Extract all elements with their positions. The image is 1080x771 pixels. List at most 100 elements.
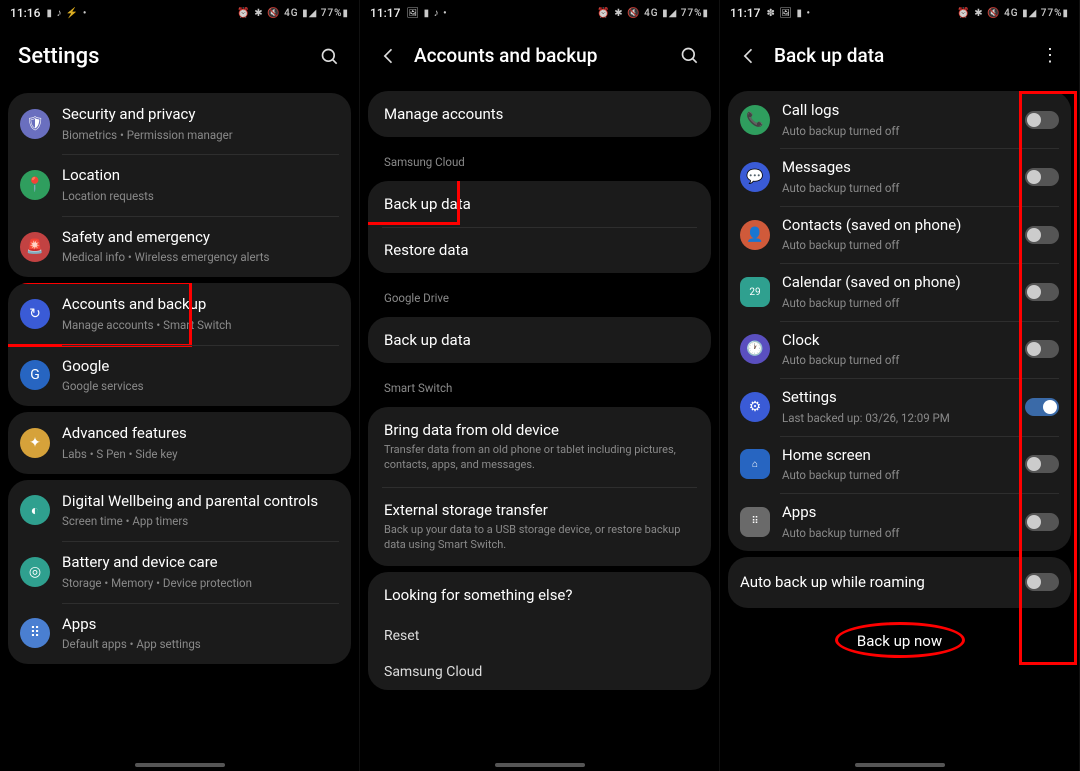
status-time: 11:16 [10, 6, 40, 20]
roaming-card: Auto back up while roaming [728, 557, 1071, 609]
settings-item[interactable]: 🚨Safety and emergencyMedical info • Wire… [8, 216, 351, 277]
suggestion-link[interactable]: Samsung Cloud [368, 654, 711, 690]
backup-item-title: Call logs [782, 101, 1017, 121]
backup-items-card: 📞Call logsAuto backup turned off💬Message… [728, 91, 1071, 551]
menu-item-title: Bring data from old device [384, 421, 695, 439]
menu-item[interactable]: Restore data [368, 227, 711, 273]
back-button[interactable] [738, 45, 760, 67]
backup-item-sub: Auto backup turned off [782, 353, 1017, 368]
backup-item-sub: Last backed up: 03/26, 12:09 PM [782, 411, 1017, 426]
settings-item-sub: Location requests [62, 189, 339, 204]
home-indicator [495, 763, 585, 767]
backup-now-button[interactable]: Back up now [728, 614, 1071, 660]
roaming-toggle-row[interactable]: Auto back up while roaming [728, 557, 1071, 609]
search-icon[interactable] [319, 46, 341, 68]
settings-item[interactable]: 🛡Security and privacyBiometrics • Permis… [8, 93, 351, 154]
settings-item[interactable]: ◐ Digital Wellbeing and parental controls… [8, 480, 351, 541]
settings-item-title: Accounts and backup [62, 295, 339, 315]
backup-item[interactable]: ⌂Home screenAuto backup turned off [728, 436, 1071, 493]
backup-item-toggle[interactable] [1025, 340, 1059, 358]
backup-item[interactable]: 👤Contacts (saved on phone)Auto backup tu… [728, 206, 1071, 263]
menu-item[interactable]: Bring data from old device Transfer data … [368, 407, 711, 487]
backup-item-title: Clock [782, 331, 1017, 351]
settings-item[interactable]: ⠿AppsDefault apps • App settings [8, 603, 351, 664]
menu-item[interactable]: External storage transferBack up your da… [368, 487, 711, 567]
settings-item-icon: 📍 [20, 170, 50, 200]
backup-item-toggle[interactable] [1025, 111, 1059, 129]
settings-list[interactable]: 🛡Security and privacyBiometrics • Permis… [0, 87, 359, 771]
settings-item[interactable]: GGoogleGoogle services [8, 345, 351, 406]
settings-group: ↻Accounts and backupManage accounts • Sm… [8, 283, 351, 406]
more-icon[interactable]: ⋮ [1039, 45, 1061, 67]
menu-item[interactable]: Manage accounts [368, 91, 711, 137]
card: Back up data [368, 317, 711, 363]
menu-item-sub: Transfer data from an old phone or table… [384, 443, 695, 473]
backup-item-toggle[interactable] [1025, 226, 1059, 244]
backup-item-toggle[interactable] [1025, 283, 1059, 301]
backup-item[interactable]: ⠿AppsAuto backup turned off [728, 493, 1071, 550]
backup-item-title: Calendar (saved on phone) [782, 273, 1017, 293]
backup-list[interactable]: 📞Call logsAuto backup turned off💬Message… [720, 85, 1079, 771]
page-title: Settings [18, 44, 319, 69]
menu-item-title: Looking for something else? [384, 586, 695, 604]
backup-item-title: Apps [782, 503, 1017, 523]
settings-item-sub: Labs • S Pen • Side key [62, 447, 339, 462]
backup-item-toggle[interactable] [1025, 513, 1059, 531]
backup-item-sub: Auto backup turned off [782, 238, 1017, 253]
settings-item-title: Battery and device care [62, 553, 339, 573]
settings-item[interactable]: 📍LocationLocation requests [8, 154, 351, 215]
menu-item-title: Restore data [384, 241, 695, 259]
backup-item-sub: Auto backup turned off [782, 526, 1017, 541]
backup-item[interactable]: ⚙SettingsLast backed up: 03/26, 12:09 PM [728, 378, 1071, 435]
settings-group: 🛡Security and privacyBiometrics • Permis… [8, 93, 351, 277]
menu-item-title: External storage transfer [384, 501, 695, 519]
status-bar: 11:17 🖼 ▮ ♪ • ⏰ ✱ 🔇 4G ▮◢ 77%▮ [360, 0, 719, 26]
settings-item-title: Digital Wellbeing and parental controls [62, 492, 339, 512]
backup-item[interactable]: 💬MessagesAuto backup turned off [728, 148, 1071, 205]
suggestion-link[interactable]: Reset [368, 618, 711, 654]
menu-item[interactable]: Back up data [368, 317, 711, 363]
settings-item[interactable]: ✦Advanced featuresLabs • S Pen • Side ke… [8, 412, 351, 473]
settings-item-sub: Biometrics • Permission manager [62, 128, 339, 143]
card: Looking for something else? ResetSamsung … [368, 572, 711, 690]
settings-item-icon: G [20, 360, 50, 390]
backup-item-title: Settings [782, 388, 1017, 408]
settings-item-title: Apps [62, 615, 339, 635]
roaming-toggle[interactable] [1025, 573, 1059, 591]
home-indicator [855, 763, 945, 767]
settings-item-sub: Default apps • App settings [62, 637, 339, 652]
backup-item-icon: ⌂ [740, 449, 770, 479]
settings-item[interactable]: ↻Accounts and backupManage accounts • Sm… [8, 283, 351, 344]
header: Settings [0, 26, 359, 87]
card: Manage accounts [368, 91, 711, 137]
backup-data-screen: 11:17 ✽ 🖼 ▮ • ⏰ ✱ 🔇 4G ▮◢ 77%▮ Back up d… [720, 0, 1080, 771]
settings-item[interactable]: ◎Battery and device careStorage • Memory… [8, 541, 351, 602]
status-right-icons: ⏰ ✱ 🔇 4G ▮◢ 77%▮ [597, 8, 709, 19]
search-icon[interactable] [679, 45, 701, 67]
status-time: 11:17 [730, 6, 760, 20]
status-right-icons: ⏰ ✱ 🔇 4G ▮◢ 77%▮ [957, 8, 1069, 19]
back-button[interactable] [378, 45, 400, 67]
backup-item-toggle[interactable] [1025, 455, 1059, 473]
backup-item[interactable]: 🕐ClockAuto backup turned off [728, 321, 1071, 378]
settings-group: ◐ Digital Wellbeing and parental controls… [8, 480, 351, 664]
backup-item-sub: Auto backup turned off [782, 181, 1017, 196]
settings-item-sub: Google services [62, 379, 339, 394]
menu-item-title: Back up data [384, 331, 695, 349]
backup-item-sub: Auto backup turned off [782, 296, 1017, 311]
backup-item[interactable]: 29Calendar (saved on phone)Auto backup t… [728, 263, 1071, 320]
page-title: Accounts and backup [414, 44, 679, 67]
backup-item-title: Contacts (saved on phone) [782, 216, 1017, 236]
menu-item-title: Manage accounts [384, 105, 695, 123]
menu-item[interactable]: Back up data [368, 181, 711, 227]
settings-item-icon: ◐ [20, 495, 50, 525]
backup-item-toggle[interactable] [1025, 398, 1059, 416]
status-bar: 11:17 ✽ 🖼 ▮ • ⏰ ✱ 🔇 4G ▮◢ 77%▮ [720, 0, 1079, 26]
backup-item-title: Home screen [782, 446, 1017, 466]
menu-item-title: Back up data [384, 195, 695, 213]
backup-item[interactable]: 📞Call logsAuto backup turned off [728, 91, 1071, 148]
backup-item-toggle[interactable] [1025, 168, 1059, 186]
settings-item-title: Security and privacy [62, 105, 339, 125]
section-label: Google Drive [368, 279, 711, 311]
accounts-list[interactable]: Manage accounts Samsung Cloud Back up data… [360, 85, 719, 771]
